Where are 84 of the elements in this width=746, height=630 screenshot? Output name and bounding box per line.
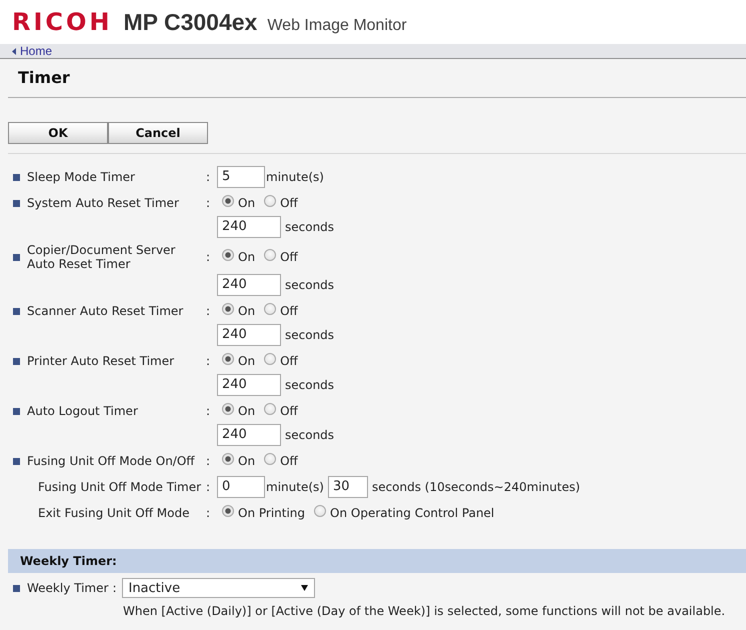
radio-button[interactable] — [222, 195, 234, 207]
caret-left-icon — [12, 48, 16, 54]
label-separator: : — [112, 581, 116, 595]
unit-label: minute(s) — [266, 170, 324, 184]
setting-label: Copier/Document Server Auto Reset Timer — [27, 243, 176, 271]
unit-label: seconds (10seconds~240minutes) — [372, 480, 580, 494]
label-separator: : — [205, 404, 212, 418]
unit-label: seconds — [285, 328, 334, 342]
radio-label[interactable]: On — [238, 196, 256, 210]
cancel-button[interactable]: Cancel — [108, 122, 208, 144]
number-field[interactable]: 0 — [217, 476, 265, 498]
brand-logo: RICOH — [12, 7, 113, 37]
setting-label: Fusing Unit Off Mode On/Off — [27, 454, 196, 468]
radio-button[interactable] — [264, 353, 276, 365]
bullet-icon — [13, 308, 20, 314]
radio-label[interactable]: Off — [280, 250, 298, 264]
radio-button[interactable] — [222, 303, 234, 315]
setting-label: Weekly Timer — [27, 581, 108, 595]
number-field[interactable]: 240 — [217, 374, 281, 396]
radio-label[interactable]: Off — [280, 404, 298, 418]
unit-label: seconds — [285, 220, 334, 234]
radio-label[interactable]: Off — [280, 304, 298, 318]
setting-label: Printer Auto Reset Timer — [27, 354, 176, 368]
radio-button[interactable] — [264, 453, 276, 465]
setting-label: Fusing Unit Off Mode Timer — [38, 480, 202, 494]
radio-button[interactable] — [222, 249, 234, 261]
radio-label[interactable]: Off — [280, 196, 298, 210]
radio-label[interactable]: On — [238, 404, 256, 418]
bullet-icon — [13, 200, 20, 206]
number-field[interactable]: 240 — [217, 216, 281, 238]
number-field[interactable]: 240 — [217, 324, 281, 346]
model-name: MP C3004ex — [124, 8, 258, 37]
weekly-timer-select[interactable]: Inactive — [122, 578, 316, 598]
number-field[interactable]: 240 — [217, 274, 281, 296]
label-separator: : — [205, 196, 212, 210]
radio-label[interactable]: On Operating Control Panel — [330, 506, 494, 520]
label-separator: : — [205, 250, 212, 264]
radio-label[interactable]: On — [238, 354, 256, 368]
radio-button[interactable] — [264, 249, 276, 261]
label-separator: : — [205, 170, 212, 184]
bullet-icon — [13, 254, 20, 260]
bullet-icon — [13, 174, 20, 180]
radio-button[interactable] — [264, 303, 276, 315]
radio-button[interactable] — [264, 403, 276, 415]
unit-label: seconds — [285, 378, 334, 392]
radio-label[interactable]: Off — [280, 454, 298, 468]
label-separator: : — [205, 354, 212, 368]
bullet-icon — [13, 408, 20, 414]
unit-label: seconds — [285, 428, 334, 442]
radio-button[interactable] — [222, 505, 234, 517]
bullet-icon — [13, 584, 20, 592]
radio-label[interactable]: On — [238, 454, 256, 468]
number-field[interactable]: 5 — [217, 166, 265, 188]
label-separator: : — [205, 506, 212, 520]
home-link[interactable]: Home — [20, 44, 52, 58]
radio-label[interactable]: On Printing — [238, 506, 306, 520]
product-name: Web Image Monitor — [267, 16, 407, 36]
bullet-icon — [13, 458, 20, 464]
radio-button[interactable] — [222, 453, 234, 465]
radio-button[interactable] — [222, 353, 234, 365]
bullet-icon — [13, 358, 20, 364]
number-field[interactable]: 30 — [328, 476, 368, 498]
setting-label: Exit Fusing Unit Off Mode — [38, 506, 190, 520]
ok-button[interactable]: OK — [8, 122, 108, 144]
radio-button[interactable] — [314, 505, 326, 517]
setting-label: Scanner Auto Reset Timer — [27, 304, 184, 318]
unit-label: minute(s) — [266, 480, 324, 494]
setting-label: System Auto Reset Timer — [27, 196, 180, 210]
setting-label: Auto Logout Timer — [27, 404, 139, 418]
number-field[interactable]: 240 — [217, 424, 281, 446]
radio-label[interactable]: On — [238, 250, 256, 264]
unit-label: seconds — [285, 278, 334, 292]
page-title: Timer — [18, 68, 70, 88]
radio-label[interactable]: On — [238, 304, 256, 318]
note-text: When [Active (Daily)] or [Active (Day of the Week)] is selected, some functions will not be available. — [123, 603, 726, 619]
radio-button[interactable] — [222, 403, 234, 415]
label-separator: : — [205, 454, 212, 468]
radio-button[interactable] — [264, 195, 276, 207]
radio-label[interactable]: Off — [280, 354, 298, 368]
label-separator: : — [205, 480, 212, 494]
section-header: Weekly Timer: — [8, 549, 746, 573]
label-separator: : — [205, 304, 212, 318]
setting-label: Sleep Mode Timer — [27, 170, 136, 184]
caret-down-icon — [301, 585, 308, 591]
